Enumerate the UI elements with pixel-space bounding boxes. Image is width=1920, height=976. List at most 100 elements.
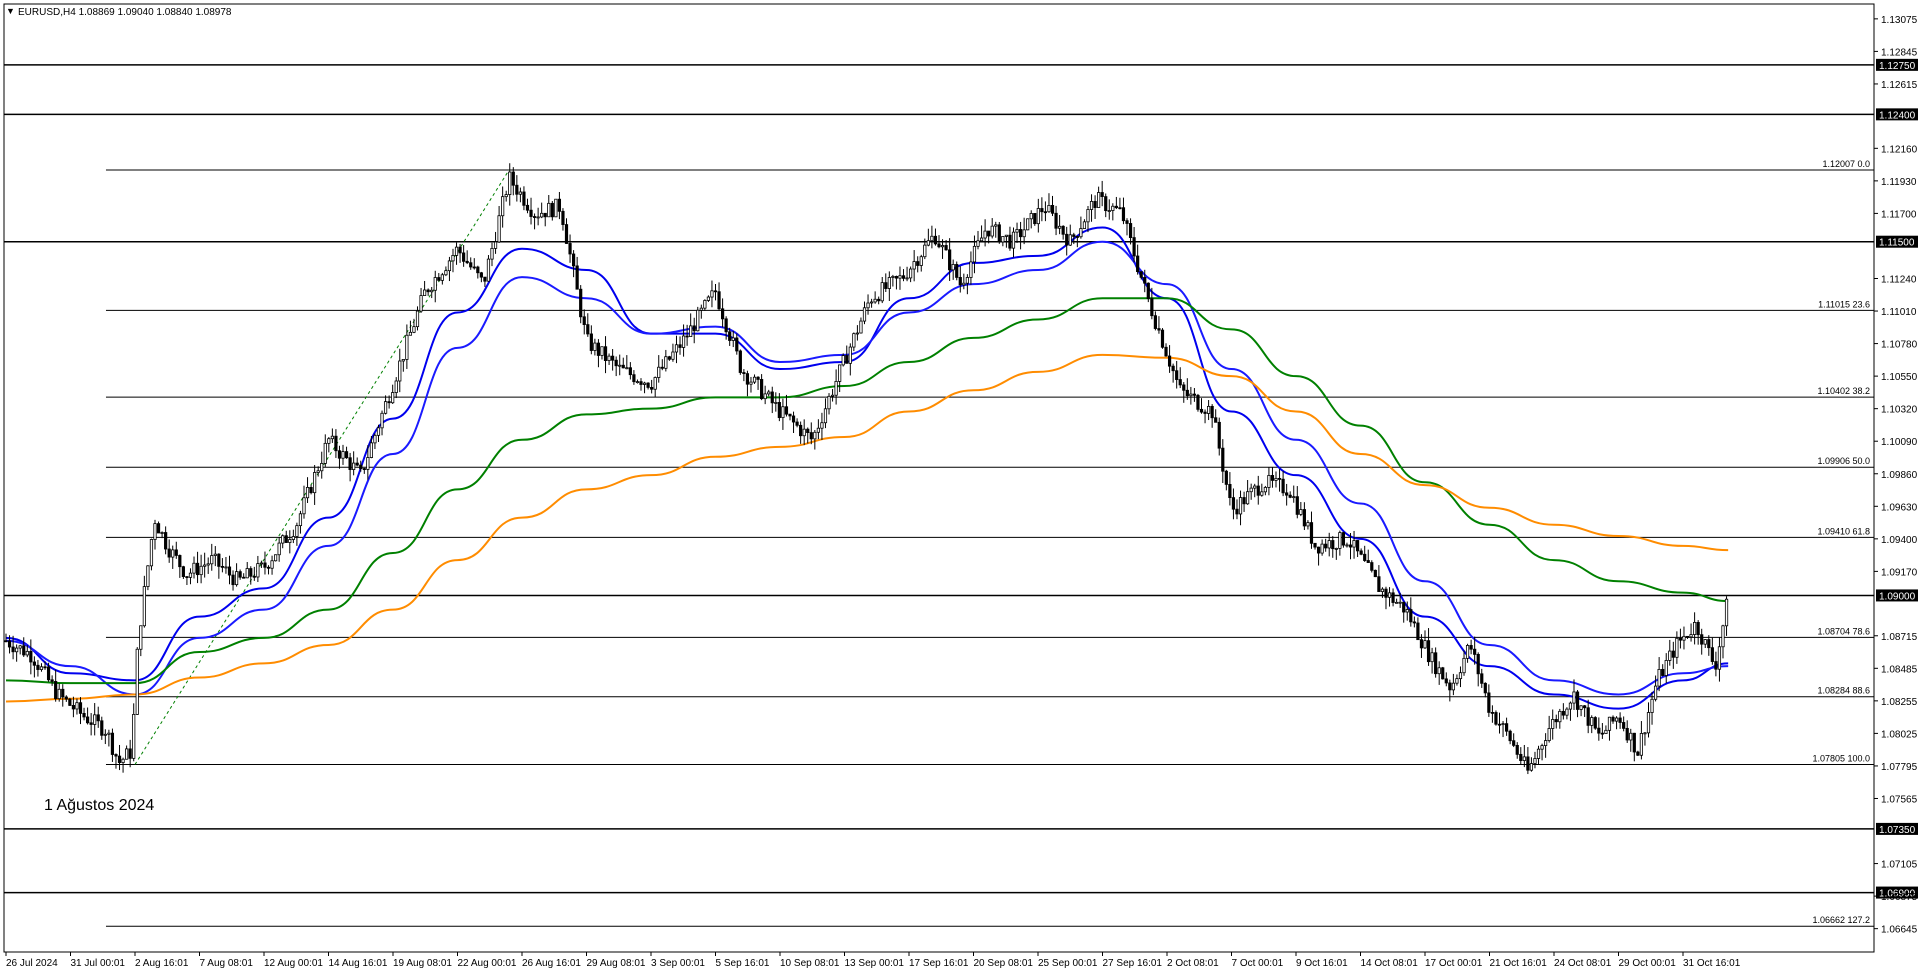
- candle-body: [788, 413, 792, 417]
- candle-body: [1398, 601, 1402, 604]
- candle-body: [830, 394, 835, 397]
- candle-body: [912, 261, 916, 270]
- candle-body: [100, 720, 104, 736]
- x-tick-label: 20 Sep 08:01: [974, 958, 1034, 969]
- candle-body: [777, 402, 781, 419]
- candle-body: [667, 356, 671, 360]
- candle-body: [1409, 609, 1413, 623]
- candle-body: [341, 451, 345, 459]
- candle-body: [1565, 708, 1569, 716]
- candle-body: [1458, 672, 1463, 680]
- x-tick-label: 26 Aug 16:01: [522, 958, 581, 969]
- candle-body: [1664, 660, 1668, 676]
- candle-body: [547, 202, 551, 218]
- candle-body: [1072, 234, 1076, 237]
- candle-body: [164, 532, 168, 550]
- candle-body: [245, 568, 249, 579]
- candle-body: [1405, 609, 1409, 613]
- candle-body: [1065, 233, 1069, 246]
- candle-body: [373, 434, 377, 444]
- candle-body: [1334, 547, 1338, 550]
- candle-body: [1604, 729, 1608, 734]
- symbol-triangle-icon[interactable]: ▼: [6, 6, 15, 16]
- candle-body: [1412, 621, 1416, 624]
- candle-body: [1600, 732, 1604, 735]
- candle-body: [139, 625, 143, 650]
- candle-body: [114, 754, 118, 757]
- candle-body: [845, 355, 849, 364]
- candle-body: [923, 244, 927, 258]
- candle-body: [816, 427, 820, 433]
- candle-body: [706, 296, 711, 301]
- level-price-label: 1.11500: [1879, 238, 1915, 249]
- candle-body: [1717, 646, 1722, 670]
- candle-body: [188, 572, 193, 578]
- candle-body: [256, 563, 260, 578]
- candle-body: [1324, 543, 1328, 549]
- candle-body: [791, 415, 796, 423]
- x-tick-label: 29 Oct 00:01: [1619, 958, 1677, 969]
- candle-body: [855, 332, 860, 335]
- price-chart[interactable]: 1.127501.124001.115001.090001.073501.069…: [0, 0, 1920, 976]
- x-tick-label: 21 Oct 16:01: [1490, 958, 1548, 969]
- candle-body: [128, 748, 132, 759]
- candle-body: [586, 324, 590, 335]
- candle-body: [362, 468, 366, 470]
- candle-body: [1419, 639, 1424, 649]
- chart-title: EURUSD,H4 1.08869 1.09040 1.08840 1.0897…: [18, 7, 232, 18]
- candle-body: [1185, 389, 1189, 397]
- y-tick-label: 1.10090: [1881, 437, 1918, 448]
- candle-body: [1061, 225, 1065, 235]
- candle-body: [426, 289, 430, 293]
- candle-body: [873, 298, 877, 303]
- candle-body: [508, 171, 512, 195]
- candle-body: [522, 191, 526, 206]
- x-tick-label: 25 Sep 00:01: [1038, 958, 1098, 969]
- candle-body: [1583, 705, 1587, 709]
- candle-body: [710, 290, 714, 298]
- candle-body: [54, 681, 58, 700]
- candle-body: [493, 241, 498, 249]
- candle-body: [1086, 209, 1090, 223]
- candle-body: [589, 333, 593, 351]
- candle-body: [735, 337, 739, 352]
- candle-body: [1700, 634, 1704, 645]
- candle-body: [483, 276, 487, 282]
- fib-level-label: 1.11015 23.6: [1818, 299, 1870, 309]
- candle-body: [1274, 477, 1278, 481]
- candle-body: [1682, 635, 1686, 641]
- candle-body: [1632, 732, 1636, 753]
- candle-body: [1295, 496, 1299, 515]
- candle-body: [1696, 621, 1700, 636]
- candle-body: [699, 307, 703, 311]
- y-tick-label: 1.07565: [1881, 794, 1918, 805]
- y-tick-label: 1.12615: [1881, 80, 1918, 91]
- candle-body: [841, 355, 845, 366]
- candle-body: [529, 209, 533, 217]
- candle-body: [423, 289, 427, 296]
- y-tick-label: 1.11010: [1881, 307, 1917, 318]
- candle-body: [1139, 271, 1143, 278]
- candle-body: [259, 562, 264, 565]
- candle-body: [85, 716, 90, 724]
- fib-level-label: 1.06662 127.2: [1812, 915, 1870, 925]
- candle-body: [1182, 384, 1186, 391]
- candle-body: [951, 264, 955, 271]
- candle-body: [1554, 719, 1558, 723]
- candle-body: [536, 216, 540, 219]
- x-tick-label: 2 Aug 16:01: [135, 958, 189, 969]
- candle-body: [210, 555, 214, 565]
- candle-body: [1689, 634, 1693, 638]
- candle-body: [1558, 710, 1562, 723]
- candle-body: [447, 260, 452, 272]
- candle-body: [554, 198, 558, 218]
- y-tick-label: 1.09630: [1881, 502, 1918, 513]
- candle-body: [692, 325, 696, 332]
- y-tick-label: 1.10320: [1881, 405, 1918, 416]
- candle-body: [972, 245, 977, 263]
- candle-body: [376, 427, 381, 436]
- candle-body: [313, 472, 317, 494]
- candle-body: [1320, 543, 1324, 554]
- candle-body: [689, 325, 693, 337]
- candle-body: [195, 562, 200, 576]
